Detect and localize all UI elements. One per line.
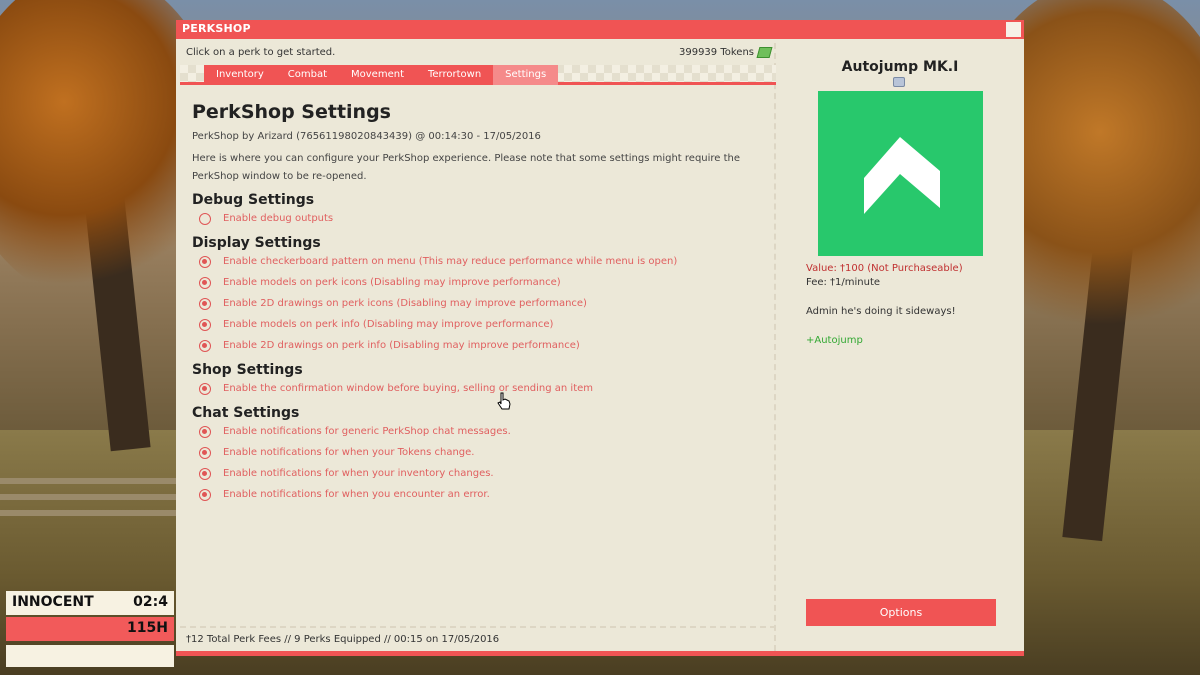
settings-description: Here is where you can configure your Per… [192,153,741,182]
settings-option[interactable]: Enable models on perk icons (Disabling m… [192,272,764,293]
perk-info-panel: Autojump MK.I Value: †100 (Not Purchasea… [782,43,1018,651]
window-title: PERKSHOP [182,22,251,35]
role-label: INNOCENT [12,594,94,610]
tab-settings[interactable]: Settings [493,65,559,85]
option-label: Enable checkerboard pattern on menu (Thi… [223,256,678,267]
section-heading: Display Settings [192,235,321,251]
settings-option[interactable]: Enable checkerboard pattern on menu (Thi… [192,251,764,272]
settings-option[interactable]: Enable notifications for when your inven… [192,463,764,484]
radio-button[interactable] [199,446,211,459]
tab-bar: Inventory Combat Movement Terrortown Setting… [204,65,559,85]
settings-sections: Debug Settings Enable debug outputs Displa… [192,192,764,505]
main-panel: Click on a perk to get started. 399939 T… [180,43,776,651]
settings-content: PerkShop Settings PerkShop by Arizard (7… [192,101,764,505]
option-label: Enable notifications for when your Token… [223,447,475,458]
close-button[interactable] [1006,22,1021,37]
tab-row: Inventory Combat Movement Terrortown Setting… [180,65,776,85]
window-bottom-border [176,651,1024,656]
perk-value: Value: †100 (Not Purchaseable) [806,263,963,274]
option-label: Enable 2D drawings on perk info (Disabli… [223,340,580,351]
settings-option[interactable]: Enable notifications for when your Token… [192,442,764,463]
radio-button[interactable] [199,339,211,352]
option-label: Enable debug outputs [223,213,334,224]
option-label: Enable notifications for when your inven… [223,468,494,479]
tab-inventory[interactable]: Inventory [204,65,276,85]
perk-model-icon [893,77,905,87]
settings-option[interactable]: Enable notifications for when you encoun… [192,484,764,505]
title-bar[interactable]: PERKSHOP [176,20,1024,39]
health-bar: 115H [6,617,174,641]
status-footer: †12 Total Perk Fees // 9 Perks Equipped … [180,626,776,651]
option-label: Enable models on perk info (Disabling ma… [223,319,554,330]
radio-button[interactable] [199,255,211,268]
section-heading: Shop Settings [192,362,303,378]
tab-movement[interactable]: Movement [339,65,416,85]
settings-option[interactable]: Enable models on perk info (Disabling ma… [192,314,764,335]
option-label: Enable notifications for generic PerkSho… [223,426,511,437]
option-label: Enable models on perk icons (Disabling m… [223,277,561,288]
perk-effect: +Autojump [806,335,863,346]
radio-button[interactable] [199,467,211,480]
settings-option[interactable]: Enable the confirmation window before bu… [192,378,764,399]
section-heading: Chat Settings [192,405,300,421]
settings-option[interactable]: Enable notifications for generic PerkSho… [192,421,764,442]
radio-button[interactable] [199,276,211,289]
byline: PerkShop by Arizard (76561198020843439) … [192,131,541,142]
section-heading: Debug Settings [192,192,315,208]
page-title: PerkShop Settings [192,101,391,123]
role-panel: INNOCENT 02:4 [6,591,174,615]
top-info-bar: Click on a perk to get started. 399939 T… [180,43,776,63]
perkshop-window: PERKSHOP Click on a perk to get started.… [176,20,1024,656]
ammo-bar [6,645,174,667]
radio-button[interactable] [199,297,211,310]
wooden-fence [0,470,178,540]
tab-combat[interactable]: Combat [276,65,339,85]
hint-text: Click on a perk to get started. [186,47,336,58]
radio-button[interactable] [199,425,211,438]
round-timer: 02:4 [133,594,168,610]
money-icon [756,47,773,58]
options-button[interactable]: Options [806,599,996,626]
option-label: Enable notifications for when you encoun… [223,489,490,500]
perk-details: Value: †100 (Not Purchaseable) Fee: †1/m… [806,263,1011,346]
hand-cursor-icon [497,392,511,410]
player-hud: INNOCENT 02:4 115H [6,591,174,667]
settings-option[interactable]: Enable debug outputs [192,208,764,229]
radio-button[interactable] [199,382,211,395]
footer-text: †12 Total Perk Fees // 9 Perks Equipped … [186,634,500,645]
settings-option[interactable]: Enable 2D drawings on perk icons (Disabl… [192,293,764,314]
perk-description: Admin he's doing it sideways! [806,306,956,317]
perk-fee: Fee: †1/minute [806,277,881,288]
health-value: 115H [127,620,168,636]
tab-terrortown[interactable]: Terrortown [416,65,493,85]
token-balance: 399939 Tokens [678,47,754,58]
radio-button[interactable] [199,488,211,501]
option-label: Enable 2D drawings on perk icons (Disabl… [223,298,587,309]
perk-name: Autojump MK.I [841,59,959,75]
radio-button[interactable] [199,212,211,225]
perk-image [818,91,983,256]
chevron-up-icon [864,137,940,214]
option-label: Enable the confirmation window before bu… [223,383,594,394]
radio-button[interactable] [199,318,211,331]
settings-option[interactable]: Enable 2D drawings on perk info (Disabli… [192,335,764,356]
